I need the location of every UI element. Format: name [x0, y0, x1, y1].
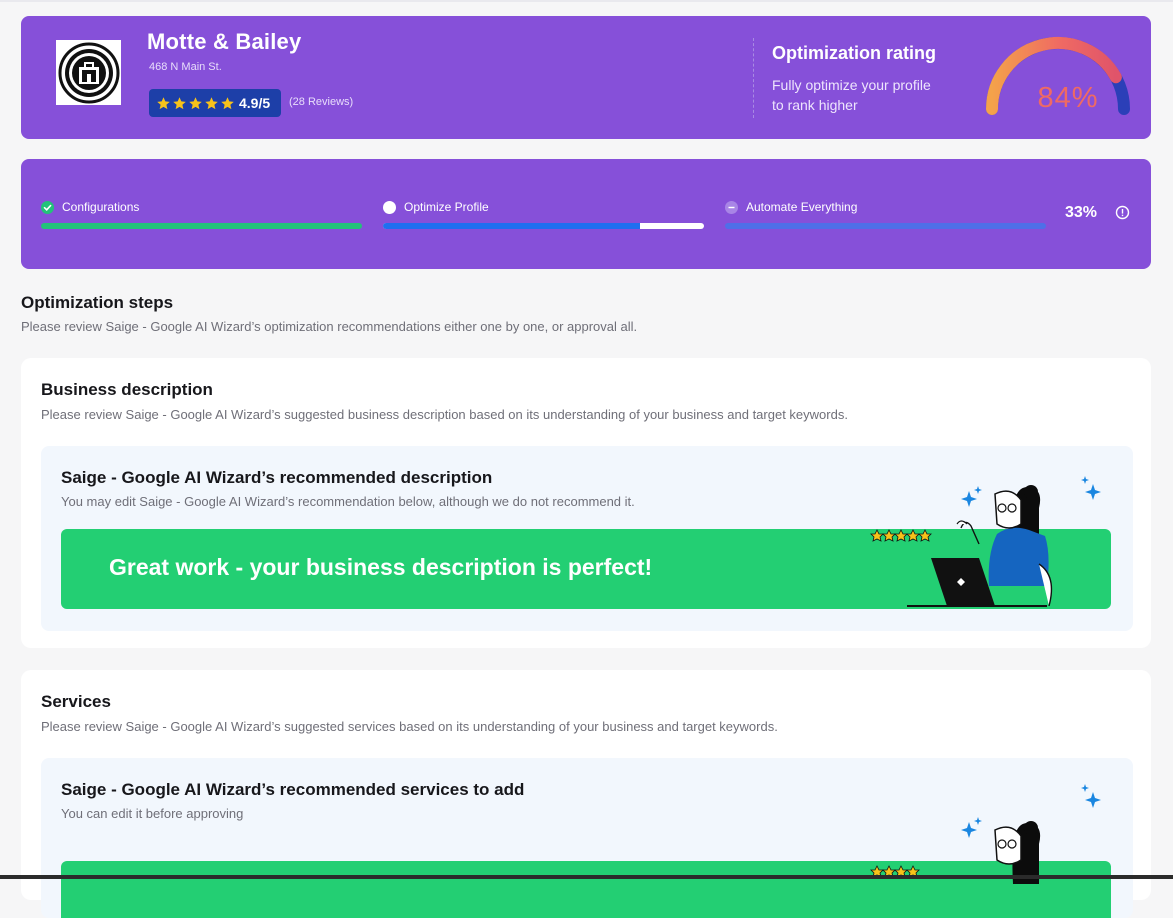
success-banner-text: Great work - your business description i…: [109, 554, 653, 580]
step-label: Optimize Profile: [404, 200, 489, 214]
card-title: Business description: [41, 380, 213, 399]
section-title: Optimization steps: [21, 293, 174, 312]
optimization-rating-value: 84%: [1037, 82, 1099, 114]
optimization-rating-title: Optimization rating: [772, 43, 936, 63]
step-progress-bar: [383, 223, 704, 229]
business-header-card: Motte & Bailey 468 N Main St. 4.9/5 (28 …: [21, 16, 1151, 139]
business-address: 468 N Main St.: [149, 61, 222, 73]
business-name: Motte & Bailey: [147, 29, 302, 54]
star-icon: [205, 96, 218, 109]
star-icon: [189, 96, 202, 109]
review-count[interactable]: (28 Reviews): [289, 96, 353, 108]
panel-subtitle: You can edit it before approving: [61, 806, 244, 821]
business-logo: [56, 40, 121, 105]
panel-subtitle: You may edit Saige - Google AI Wizard’s …: [61, 494, 635, 509]
header-divider: [753, 38, 754, 118]
star-icon: [173, 96, 186, 109]
step-automate-everything[interactable]: Automate Everything: [725, 199, 1046, 239]
recommended-services-panel: Saige - Google AI Wizard’s recommended s…: [41, 758, 1133, 918]
card-subtitle: Please review Saige - Google AI Wizard’s…: [41, 407, 848, 422]
progress-card: Configurations Optimize Profile Automate…: [21, 159, 1151, 269]
step-progress-fill: [383, 223, 640, 229]
services-card: Services Please review Saige - Google AI…: [21, 670, 1151, 918]
card-subtitle: Please review Saige - Google AI Wizard’s…: [41, 719, 778, 734]
star-icon: [157, 96, 170, 109]
recommended-description-panel: Saige - Google AI Wizard’s recommended d…: [41, 446, 1133, 631]
optimization-rating-subtitle: Fully optimize your profile to rank high…: [772, 77, 931, 113]
castle-logo-icon: [58, 42, 119, 103]
rating-value: 4.9/5: [239, 95, 271, 111]
laptop-woman-illustration: [870, 476, 1101, 607]
laptop-woman-illustration: [870, 784, 1101, 884]
panel-title: Saige - Google AI Wizard’s recommended s…: [61, 780, 525, 799]
step-label: Automate Everything: [746, 200, 858, 214]
check-circle-icon: [41, 201, 54, 214]
in-progress-dot-icon: [383, 201, 396, 214]
top-border: [0, 0, 1173, 2]
step-optimize-profile[interactable]: Optimize Profile: [383, 199, 704, 239]
step-progress-bar: [41, 223, 362, 229]
star-icon: [221, 96, 234, 109]
pending-dot-icon: [725, 201, 738, 214]
step-progress-fill: [41, 223, 362, 229]
panel-title: Saige - Google AI Wizard’s recommended d…: [61, 468, 493, 487]
info-icon[interactable]: [1115, 205, 1130, 220]
card-title: Services: [41, 692, 111, 711]
section-subtitle: Please review Saige - Google AI Wizard’s…: [21, 319, 638, 334]
step-label: Configurations: [62, 200, 140, 214]
rating-badge: 4.9/5: [149, 89, 281, 117]
step-progress-bar: [725, 223, 1046, 229]
business-description-card: Business description Please review Saige…: [21, 358, 1151, 648]
window-bottom-edge: [0, 875, 1173, 879]
step-configurations[interactable]: Configurations: [41, 199, 362, 239]
star-rating: [156, 96, 235, 111]
overall-progress-percent: 33%: [1065, 204, 1098, 221]
star-icon: [870, 529, 932, 542]
